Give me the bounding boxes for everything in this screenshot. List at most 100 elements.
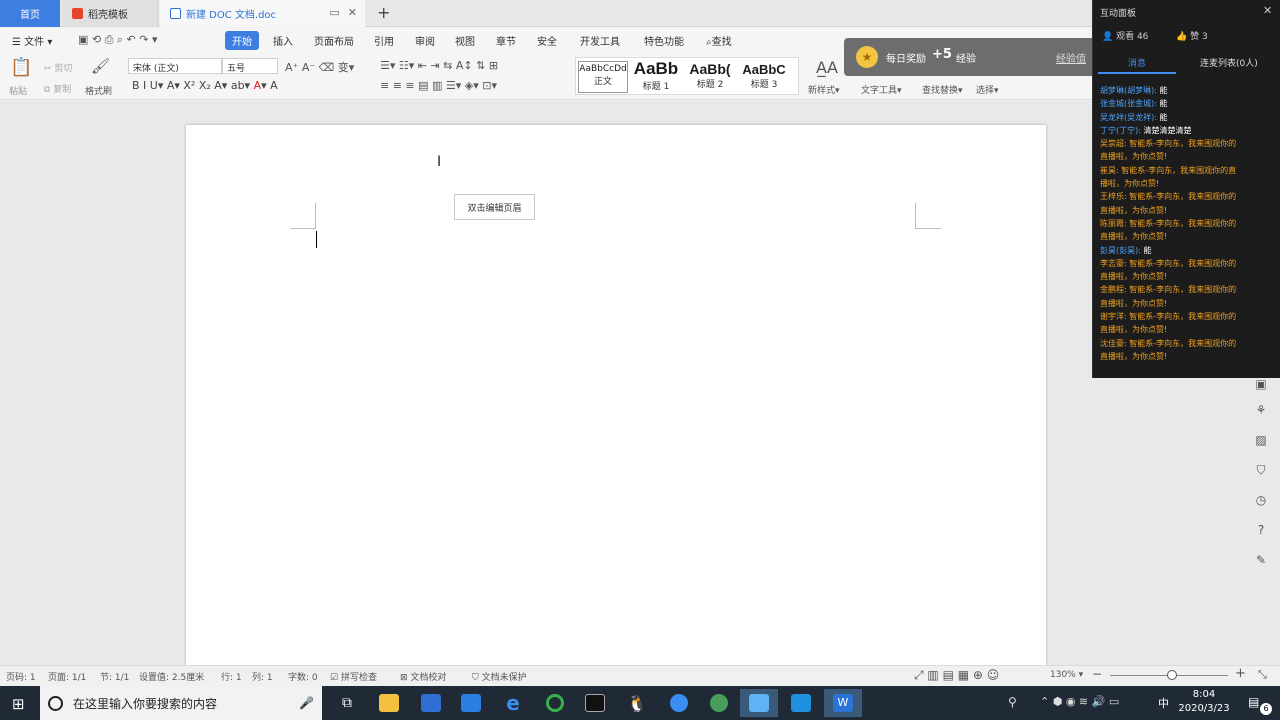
menu-item-layout[interactable]: 页面布局	[314, 33, 354, 48]
protect-button[interactable]: ⛉ 文档未保护	[472, 670, 527, 683]
font-tools-row1[interactable]: A⁺ A⁻ ⌫ 变▾	[285, 59, 354, 75]
help-icon[interactable]: ?	[1250, 519, 1272, 541]
tab-home[interactable]: 首页	[0, 0, 60, 27]
system-tray-icons[interactable]: ⌃ ⬢ ◉ ≋ 🔊 ▭	[1040, 695, 1119, 708]
text-tools-button[interactable]: 文字工具▾	[861, 83, 902, 96]
tab-document[interactable]: 新建 DOC 文档.doc ▭ ✕	[160, 0, 365, 27]
font-family-select[interactable]: 宋体 (正文)	[128, 58, 222, 74]
paragraph-tools-row2[interactable]: ≡ ≡ ≡ ▤ ▥ ☰▾ ◈▾ ⊡▾	[380, 79, 497, 92]
file-menu[interactable]: ☰ 文件 ▾	[12, 33, 52, 48]
menu-item-devtools[interactable]: 开发工具	[580, 33, 620, 48]
font-tools-row2[interactable]: B I U▾ A▾ X² X₂ A▾ ab▾ A▾ A	[132, 79, 278, 92]
format-painter-button[interactable]: 格式刷	[85, 84, 112, 97]
select-button[interactable]: 选择▾	[976, 83, 999, 96]
header-edit-tooltip[interactable]: 双击编辑页眉	[454, 194, 535, 220]
paste-button[interactable]: 粘贴	[9, 84, 27, 97]
font-size-select[interactable]: 五号	[222, 58, 278, 74]
chat-message: 陈丽霞: 智能系-李向东，我来围观你的直播啦，为你点赞!	[1100, 217, 1240, 244]
menu-item-security[interactable]: 安全	[537, 33, 557, 48]
history-icon[interactable]: ◷	[1250, 489, 1272, 511]
spell-check-button[interactable]: ☑ 拼写检查	[330, 670, 377, 683]
mic-icon[interactable]: 🎤	[299, 696, 314, 710]
new-tab-button[interactable]: +	[377, 3, 390, 22]
quick-access-icons[interactable]: ▣ ⟲ ⎙ ⌕ ↶ ↷ ▾	[78, 33, 158, 47]
copy-label: 复制	[53, 85, 72, 95]
explorer-icon[interactable]	[370, 689, 408, 717]
style-heading2[interactable]: AaBb(标题 2	[684, 61, 736, 90]
zoom-in-button[interactable]: +	[1235, 666, 1246, 681]
edge-icon[interactable]: e	[494, 689, 532, 717]
tab-templates[interactable]: 稻壳模板	[62, 0, 158, 27]
green-app-icon[interactable]	[536, 689, 574, 717]
panel-close-icon[interactable]: ✕	[1263, 4, 1272, 17]
browser-icon[interactable]	[660, 689, 698, 717]
chat-message: 彭昊(彭昊): 能	[1100, 244, 1240, 257]
ime-indicator[interactable]: 中	[1158, 695, 1169, 711]
window-icon[interactable]: ▭	[329, 6, 339, 19]
taskbar-search[interactable]: 在这里输入你要搜索的内容 🎤	[40, 686, 322, 720]
font-color-icon: A	[253, 79, 262, 92]
menu-search[interactable]: ⌕查找	[706, 33, 732, 48]
tab-mic-list[interactable]: 连麦列表(0人)	[1200, 56, 1258, 69]
new-style-icon[interactable]: A̲A	[816, 58, 838, 77]
chat-author: 彭昊(彭昊):	[1100, 245, 1141, 255]
qq-icon[interactable]: 🐧	[618, 689, 656, 717]
cut-button[interactable]: ✂ 剪切	[44, 61, 72, 74]
proofread-button[interactable]: ⊠ 文档校对	[400, 670, 446, 683]
shield-icon[interactable]: ⛉	[1250, 459, 1272, 481]
new-style-button[interactable]: 新样式▾	[808, 83, 840, 96]
zoom-out-button[interactable]: −	[1092, 667, 1102, 681]
mail-icon[interactable]	[452, 689, 490, 717]
wps-writer-icon[interactable]: W	[824, 689, 862, 717]
daily-reward-popup[interactable]: ★ 每日奖励 +5 经验 经验值	[844, 38, 1096, 76]
check-icon: ☑	[330, 673, 341, 683]
menu-item-review[interactable]: 审阅	[415, 33, 435, 48]
proof-icon: ⊠	[400, 673, 411, 683]
style-normal[interactable]: AaBbCcDd 正文	[578, 61, 628, 93]
zoom-level[interactable]: 130% ▾	[1050, 670, 1083, 680]
person-icon[interactable]: ⚲	[1008, 695, 1017, 709]
edit-icon[interactable]: ✎	[1250, 549, 1272, 571]
feishu-icon[interactable]	[740, 689, 778, 717]
fullscreen-icon[interactable]: ⤡	[1258, 668, 1267, 682]
close-tab-icon[interactable]: ✕	[348, 6, 357, 19]
menu-item-chapter[interactable]: 章节	[496, 33, 516, 48]
chat-author: 李志豪:	[1100, 258, 1127, 268]
paragraph-tools-row1[interactable]: ☰▾ ☷▾ ⇤ ⇥ ⇆ A↕ ⇅ ⊞	[380, 59, 498, 72]
calendar-app-icon[interactable]	[412, 689, 450, 717]
task-view-icon[interactable]: ⧉	[328, 689, 366, 717]
chat-message: 丁宁(丁宁): 清楚清楚清楚	[1100, 124, 1240, 137]
paste-icon[interactable]: 📋	[10, 57, 32, 78]
panel-title: 互动面板	[1100, 9, 1137, 19]
menu-search-label: 查找	[711, 37, 732, 48]
style-heading3[interactable]: AaBbC 标题 3	[738, 62, 790, 90]
windows-start-icon[interactable]: ⊞	[12, 695, 25, 713]
chat-author: 崔昊:	[1100, 165, 1119, 175]
image-icon[interactable]: ▨	[1250, 429, 1272, 451]
copy-button[interactable]: ⧉ 复制	[44, 82, 71, 95]
terminal-icon[interactable]	[576, 689, 614, 717]
menu-item-references[interactable]: 引用	[374, 33, 394, 48]
taskbar-clock[interactable]: 8:04 2020/3/23	[1178, 688, 1230, 716]
menu-item-start[interactable]: 开始	[225, 31, 259, 50]
notification-icon[interactable]: ▤	[1248, 695, 1259, 709]
chat-message: 李志豪: 智能系-李向东，我来围观你的直播啦，为你点赞!	[1100, 257, 1240, 284]
view-mode-icons[interactable]: ⤢ ▥ ▤ ▦ ⊕ ☺	[914, 668, 999, 683]
menu-item-features[interactable]: 特色功能	[644, 33, 684, 48]
find-replace-button[interactable]: 查找替换▾	[922, 83, 963, 96]
status-col: 列: 1	[252, 673, 273, 683]
tab-messages-underline	[1098, 72, 1176, 74]
tab-messages[interactable]: 消息	[1128, 56, 1146, 69]
new-style-label: 新样式	[808, 86, 836, 96]
style-heading1[interactable]: AaBb 标题 1	[630, 59, 682, 92]
chat-text: 能	[1156, 86, 1168, 95]
menu-item-view[interactable]: 视图	[455, 33, 475, 48]
blue-app-icon[interactable]	[782, 689, 820, 717]
format-painter-icon[interactable]: 🖌	[91, 57, 110, 75]
globe-app-icon[interactable]	[700, 689, 738, 717]
reward-link[interactable]: 经验值	[1056, 50, 1086, 65]
chat-text: 能	[1156, 112, 1168, 122]
side-tool-icon-2[interactable]: ⚘	[1250, 399, 1272, 421]
menu-item-insert[interactable]: 插入	[273, 33, 293, 48]
zoom-slider-thumb[interactable]	[1167, 670, 1177, 680]
